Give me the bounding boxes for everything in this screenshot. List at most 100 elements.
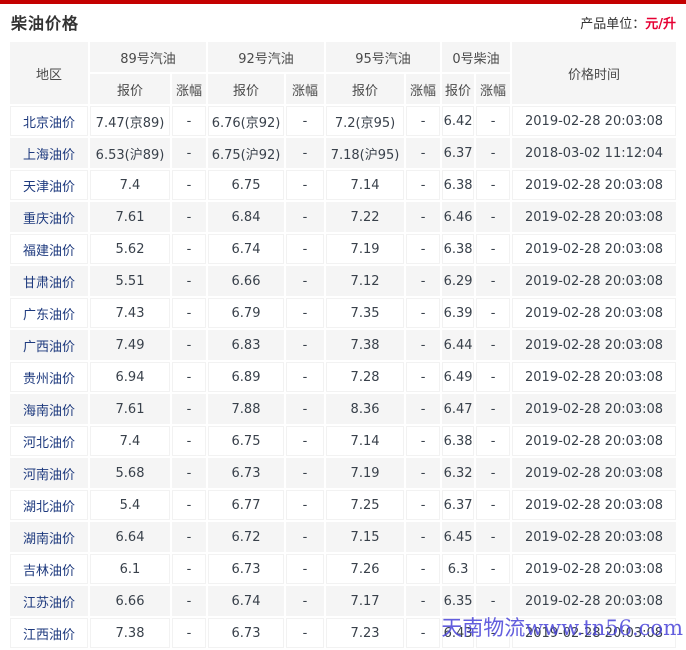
price-0-cell: 6.44 (442, 330, 474, 360)
change-92-cell: - (286, 234, 324, 264)
column-header-change-92: 涨幅 (286, 74, 324, 104)
table-row: 贵州油价 6.94 - 6.89 - 7.28 - 6.49 - 2019-02… (10, 362, 676, 392)
region-link[interactable]: 河南油价 (23, 468, 75, 483)
price-92-cell: 6.79 (208, 298, 284, 328)
change-95-cell: - (406, 458, 440, 488)
price-92-cell: 6.73 (208, 618, 284, 648)
region-cell: 甘肃油价 (10, 266, 88, 296)
change-95-cell: - (406, 490, 440, 520)
region-link[interactable]: 北京油价 (23, 116, 75, 131)
change-92-cell: - (286, 586, 324, 616)
column-header-price-0: 报价 (442, 74, 474, 104)
region-cell: 福建油价 (10, 234, 88, 264)
change-95-cell: - (406, 554, 440, 584)
change-95-cell: - (406, 202, 440, 232)
region-link[interactable]: 重庆油价 (23, 212, 75, 227)
region-link[interactable]: 江西油价 (23, 628, 75, 643)
column-header-price-89: 报价 (90, 74, 170, 104)
change-89-cell: - (172, 586, 206, 616)
column-header-fuel-89: 89号汽油 (90, 42, 206, 72)
price-0-cell: 6.37 (442, 490, 474, 520)
region-link[interactable]: 湖南油价 (23, 532, 75, 547)
change-95-cell: - (406, 618, 440, 648)
change-89-cell: - (172, 266, 206, 296)
column-header-region: 地区 (10, 42, 88, 104)
price-92-cell: 6.74 (208, 586, 284, 616)
change-0-cell: - (476, 618, 510, 648)
price-0-cell: 6.39 (442, 298, 474, 328)
page-title: 柴油价格 (11, 10, 79, 34)
table-body: 北京油价 7.47(京89) - 6.76(京92) - 7.2(京95) - … (10, 106, 676, 648)
region-cell: 天津油价 (10, 170, 88, 200)
price-0-cell: 6.38 (442, 234, 474, 264)
price-89-cell: 5.62 (90, 234, 170, 264)
time-cell: 2019-02-28 20:03:08 (512, 458, 676, 488)
region-link[interactable]: 江苏油价 (23, 596, 75, 611)
price-89-cell: 6.53(沪89) (90, 138, 170, 168)
change-89-cell: - (172, 330, 206, 360)
price-92-cell: 6.75(沪92) (208, 138, 284, 168)
time-cell: 2019-02-28 20:03:08 (512, 522, 676, 552)
region-link[interactable]: 湖北油价 (23, 500, 75, 515)
price-89-cell: 7.47(京89) (90, 106, 170, 136)
column-header-price-92: 报价 (208, 74, 284, 104)
price-95-cell: 7.38 (326, 330, 404, 360)
change-95-cell: - (406, 266, 440, 296)
region-link[interactable]: 甘肃油价 (23, 276, 75, 291)
price-89-cell: 7.38 (90, 618, 170, 648)
price-0-cell: 6.3 (442, 554, 474, 584)
change-92-cell: - (286, 458, 324, 488)
region-link[interactable]: 海南油价 (23, 404, 75, 419)
region-link[interactable]: 贵州油价 (23, 372, 75, 387)
change-95-cell: - (406, 330, 440, 360)
table-row: 海南油价 7.61 - 7.88 - 8.36 - 6.47 - 2019-02… (10, 394, 676, 424)
time-cell: 2019-02-28 20:03:08 (512, 426, 676, 456)
time-cell: 2019-02-28 20:03:08 (512, 298, 676, 328)
region-link[interactable]: 广东油价 (23, 308, 75, 323)
region-link[interactable]: 福建油价 (23, 244, 75, 259)
column-header-change-95: 涨幅 (406, 74, 440, 104)
change-0-cell: - (476, 490, 510, 520)
price-92-cell: 6.74 (208, 234, 284, 264)
region-link[interactable]: 河北油价 (23, 436, 75, 451)
price-95-cell: 7.15 (326, 522, 404, 552)
change-89-cell: - (172, 490, 206, 520)
region-link[interactable]: 吉林油价 (23, 564, 75, 579)
column-header-fuel-92: 92号汽油 (208, 42, 324, 72)
change-95-cell: - (406, 522, 440, 552)
column-header-fuel-0: 0号柴油 (442, 42, 510, 72)
price-95-cell: 7.19 (326, 234, 404, 264)
price-95-cell: 7.28 (326, 362, 404, 392)
region-link[interactable]: 上海油价 (23, 148, 75, 163)
table-row: 河南油价 5.68 - 6.73 - 7.19 - 6.32 - 2019-02… (10, 458, 676, 488)
price-95-cell: 7.23 (326, 618, 404, 648)
change-89-cell: - (172, 426, 206, 456)
change-92-cell: - (286, 362, 324, 392)
change-0-cell: - (476, 298, 510, 328)
price-table: 地区 89号汽油 92号汽油 95号汽油 0号柴油 价格时间 报价 涨幅 报价 … (8, 40, 678, 650)
price-89-cell: 5.4 (90, 490, 170, 520)
price-92-cell: 6.84 (208, 202, 284, 232)
change-95-cell: - (406, 362, 440, 392)
region-cell: 江苏油价 (10, 586, 88, 616)
table-row: 江西油价 7.38 - 6.73 - 7.23 - 6.43 - 2019-02… (10, 618, 676, 648)
table-header: 地区 89号汽油 92号汽油 95号汽油 0号柴油 价格时间 报价 涨幅 报价 … (10, 42, 676, 104)
price-92-cell: 6.72 (208, 522, 284, 552)
price-95-cell: 7.19 (326, 458, 404, 488)
change-95-cell: - (406, 106, 440, 136)
time-cell: 2019-02-28 20:03:08 (512, 266, 676, 296)
price-95-cell: 7.26 (326, 554, 404, 584)
region-link[interactable]: 广西油价 (23, 340, 75, 355)
table-row: 广西油价 7.49 - 6.83 - 7.38 - 6.44 - 2019-02… (10, 330, 676, 360)
price-92-cell: 6.73 (208, 554, 284, 584)
price-89-cell: 6.64 (90, 522, 170, 552)
region-link[interactable]: 天津油价 (23, 180, 75, 195)
table-row: 福建油价 5.62 - 6.74 - 7.19 - 6.38 - 2019-02… (10, 234, 676, 264)
change-89-cell: - (172, 202, 206, 232)
price-92-cell: 6.75 (208, 426, 284, 456)
price-89-cell: 7.49 (90, 330, 170, 360)
price-0-cell: 6.49 (442, 362, 474, 392)
price-0-cell: 6.47 (442, 394, 474, 424)
column-header-change-0: 涨幅 (476, 74, 510, 104)
change-89-cell: - (172, 362, 206, 392)
